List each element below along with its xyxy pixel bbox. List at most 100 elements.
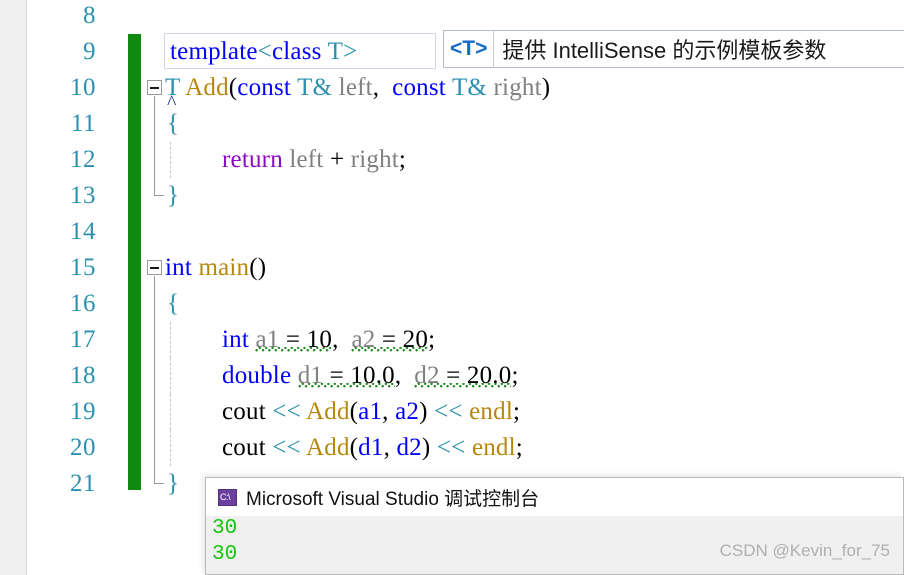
token-int-main: int [165, 254, 192, 281]
token-arg-d2: d2 [396, 434, 422, 461]
line-number: 9 [83, 38, 96, 65]
change-bar [128, 430, 141, 466]
change-bar [128, 250, 141, 286]
token-Add: Add [185, 74, 229, 101]
token-semi-a: ; [428, 326, 436, 353]
code-line-8[interactable]: 8 [0, 0, 904, 34]
code-line-20-text: cout << Add(d1, d2) << endl; [222, 430, 523, 466]
token-cout-2: cout [222, 434, 266, 461]
code-line-15-text: int main() [165, 250, 266, 286]
indent-guide [170, 430, 171, 466]
token-brace-open-main: { [167, 290, 180, 317]
token-int: int [222, 326, 249, 353]
token-Add-call-2: Add [305, 434, 350, 461]
token-paren-open-c1: ( [349, 398, 359, 425]
token-template: template [170, 38, 258, 65]
cmd-icon-label: C:\ [220, 491, 231, 502]
line-number: 16 [70, 290, 96, 317]
console-window-title: Microsoft Visual Studio 调试控制台 [246, 488, 540, 510]
tooltip-description: 提供 IntelliSense 的示例模板参数 [502, 38, 827, 63]
cmd-console-icon: C:\ [218, 488, 237, 506]
code-line-10-text: T Add(const T& left, const T& right) [165, 70, 550, 106]
line-number: 10 [70, 74, 96, 101]
token-semi-c1: ; [512, 398, 521, 425]
change-bar [128, 178, 141, 214]
token-a1: a1 [255, 326, 280, 353]
token-eq-d1: = [329, 362, 344, 389]
token-20-0: 20.0 [466, 362, 512, 389]
token-Add-call-1: Add [305, 398, 350, 425]
change-bar [128, 286, 141, 322]
token-T: T [327, 38, 344, 65]
token-shift-1: << [272, 398, 301, 425]
code-line-13-text: } [167, 178, 179, 214]
change-bar [128, 106, 141, 142]
watermark: CSDN @Kevin_for_75 [719, 541, 890, 560]
change-bar [128, 70, 141, 106]
line-number: 19 [70, 398, 96, 425]
token-plus: + [329, 146, 345, 173]
change-bar [128, 214, 141, 250]
code-line-11-text: { [167, 106, 179, 142]
line-number: 15 [70, 254, 96, 281]
token-main: main [198, 254, 250, 281]
code-line-14[interactable]: 14 [0, 214, 904, 250]
token-semi-d: ; [511, 362, 519, 389]
line-number: 8 [83, 2, 96, 29]
token-angle-open: < [257, 38, 272, 65]
token-const-2: const [392, 74, 446, 101]
indent-guide [170, 358, 171, 394]
code-line-17[interactable]: 17 [0, 322, 904, 358]
token-endl-1: endl [469, 398, 513, 425]
token-semicolon: ; [398, 146, 407, 173]
console-title-bar[interactable]: C:\ Microsoft Visual Studio 调试控制台 [206, 478, 903, 516]
code-line-16-text: { [167, 286, 179, 322]
token-class: class [271, 38, 322, 65]
tooltip-template-param: <T> [444, 31, 495, 67]
token-arg-a2: a2 [395, 398, 420, 425]
code-line-19-text: cout << Add(a1, a2) << endl; [222, 394, 520, 430]
line-number: 13 [70, 182, 96, 209]
code-line-15[interactable]: 15 [0, 250, 904, 286]
token-shift-3: << [272, 434, 301, 461]
code-line-11[interactable]: 11 [0, 106, 904, 142]
collapse-region-add-icon[interactable] [147, 80, 162, 95]
token-comma-a: , [332, 326, 339, 353]
line-number: 12 [70, 146, 96, 173]
token-d2: d2 [414, 362, 440, 389]
line-number: 11 [70, 110, 96, 137]
line-number: 20 [70, 434, 96, 461]
token-cout-1: cout [222, 398, 266, 425]
token-a2: a2 [351, 326, 376, 353]
token-20: 20 [402, 326, 429, 353]
token-return: return [222, 146, 283, 173]
token-paren-close-c1: ) [419, 398, 428, 425]
token-paren-open-main: ( [249, 254, 258, 281]
code-line-17-text: int a1 = 10, a2 = 20; [222, 322, 435, 358]
change-bar [128, 358, 141, 394]
token-brace-close-main: } [167, 470, 180, 497]
code-line-16[interactable]: 16 [0, 286, 904, 322]
change-bar [128, 322, 141, 358]
code-line-12-text: return left + right; [222, 142, 406, 178]
token-comma-1: , [372, 74, 380, 101]
token-comma-c2: , [383, 434, 391, 461]
indent-guide [170, 322, 171, 358]
code-line-12[interactable]: 12 [0, 142, 904, 178]
token-eq-a1: = [285, 326, 301, 353]
token-paren-close: ) [541, 74, 551, 101]
token-left: left [338, 74, 373, 101]
token-arg-a1: a1 [358, 398, 383, 425]
token-shift-2: << [434, 398, 463, 425]
token-shift-4: << [436, 434, 466, 461]
token-amp-2: & [467, 74, 488, 101]
token-amp-1: & [312, 74, 333, 101]
code-line-13[interactable]: 13 [0, 178, 904, 214]
token-paren-close-main: ) [257, 254, 267, 281]
line-number: 18 [70, 362, 96, 389]
indent-guide [170, 394, 171, 430]
collapse-region-main-icon[interactable] [147, 260, 162, 275]
token-T-1: T [297, 74, 313, 101]
token-brace-open: { [167, 110, 180, 137]
token-eq-d2: = [446, 362, 461, 389]
